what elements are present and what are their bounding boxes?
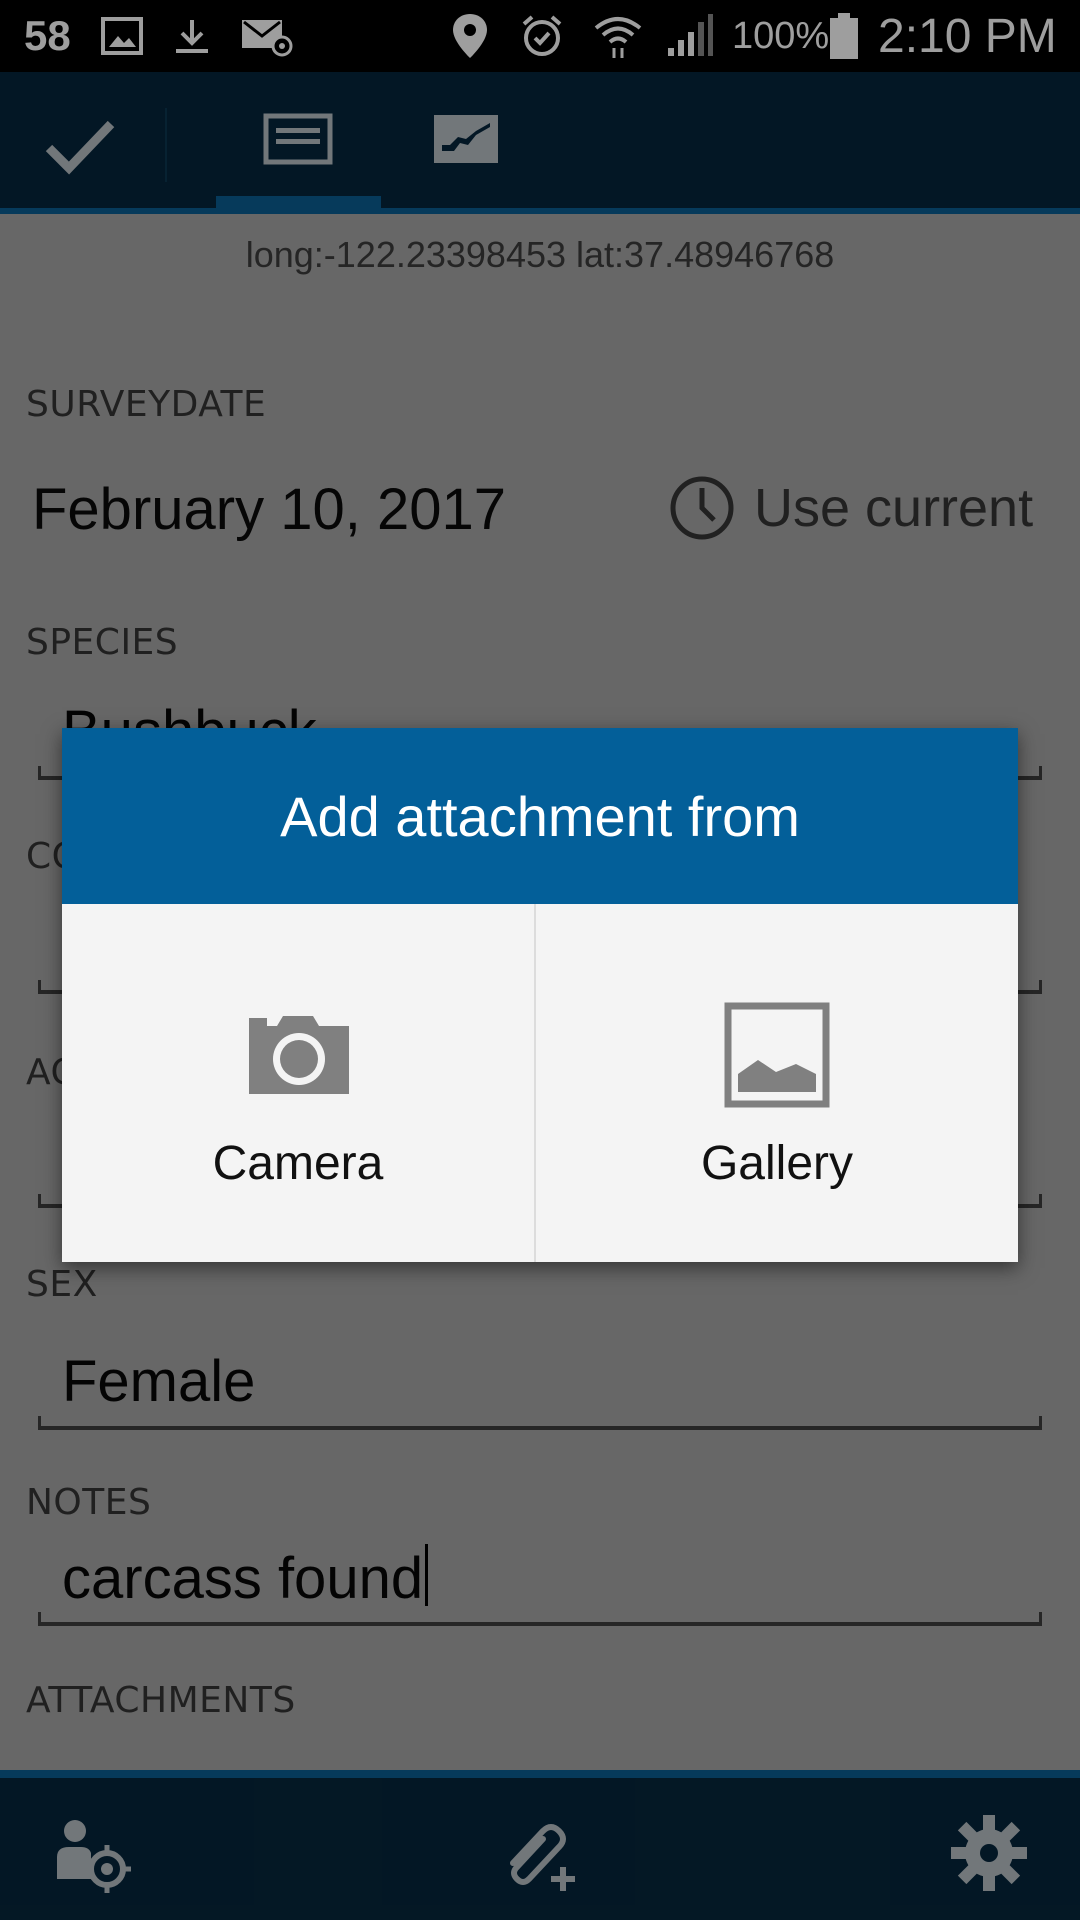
camera-icon — [245, 1000, 351, 1110]
gallery-label: Gallery — [700, 1137, 854, 1190]
gallery-option[interactable]: Gallery — [536, 904, 1018, 1262]
add-attachment-dialog: Add attachment from Camera Gallery — [62, 728, 1018, 1262]
gallery-icon — [724, 1000, 830, 1110]
camera-label: Camera — [212, 1137, 384, 1190]
dialog-title: Add attachment from — [280, 784, 800, 848]
camera-option[interactable]: Camera — [62, 904, 534, 1262]
dialog-header: Add attachment from — [62, 728, 1018, 904]
